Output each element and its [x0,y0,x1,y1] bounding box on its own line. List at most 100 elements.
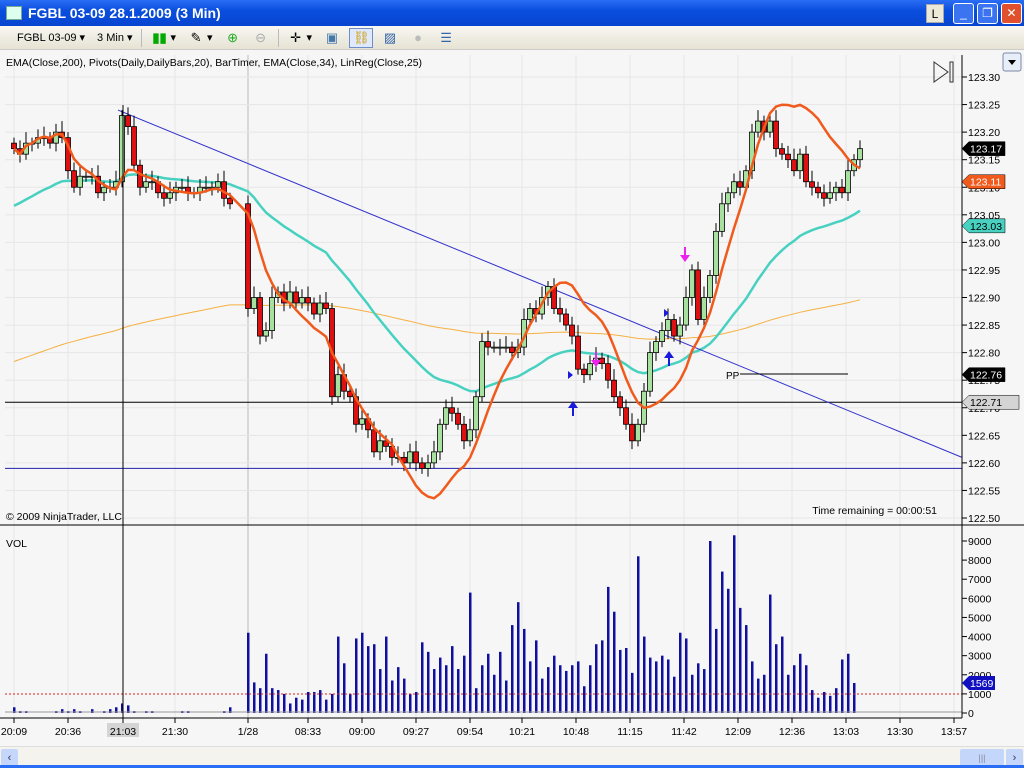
candle-down [419,462,425,469]
volume-bar [373,644,376,713]
candle-down [131,126,137,166]
strategy-icon: ● [414,29,422,45]
time-tick-label: 13:03 [833,726,859,738]
price-tick-label: 122.90 [968,293,1000,305]
minimize-button[interactable]: _ [953,3,974,24]
candle-up [269,297,275,331]
zoom-out-button[interactable]: ⊖ [250,28,272,48]
volume-bar [421,642,424,713]
volume-bar [313,691,316,713]
candle-up [713,230,719,276]
drawing-tool-button[interactable]: ✎ ▾ [185,28,216,48]
candle-up [437,423,443,453]
candle-up [83,175,89,178]
volume-bar [589,665,592,713]
interval-dropdown[interactable]: 3 Min ▾ [94,28,135,48]
volume-bar [697,663,700,713]
chart-style-button[interactable]: ▮▮ ▾ [148,28,179,48]
candle-down [773,120,779,150]
candle-down [569,324,575,337]
candle-down [257,297,263,337]
candle-up [635,423,641,442]
price-chart[interactable]: PP 123.30123.25123.20123.15123.10123.051… [0,50,1024,746]
data-box-icon: ☰ [440,29,452,45]
volume-bar [649,657,652,713]
trend-line[interactable] [117,109,963,458]
strategy-button[interactable]: ● [407,28,429,48]
price-tick-label: 122.95 [968,265,1000,277]
candle-up [665,319,671,331]
zoom-out-icon: ⊖ [255,29,266,45]
toolbar: FGBL 03-09 ▾ 3 Min ▾ ▮▮ ▾ ✎ ▾ ⊕ ⊖ ✛ ▾ ▣ ⛓ ▨ ●… [0,26,1024,50]
volume-bar [415,691,418,713]
candle-down [449,407,455,414]
price-markers: 123.17 123.11 123.03 122.76 122.71 1569 [961,141,1020,691]
time-axis[interactable]: 20:09 20:36 21:03 21:30 1/28 08:33 09:00 09:27 0… [1,718,967,738]
candle-up [407,451,413,464]
close-button[interactable]: ✕ [1001,3,1022,24]
indicator-list: EMA(Close,200), Pivots(Daily,DailyBars,2… [6,57,422,69]
volume-bar [541,678,544,713]
candle-down [323,302,329,309]
volume-bar [445,665,448,713]
zoom-in-button[interactable]: ⊕ [222,28,244,48]
volume-bar [835,688,838,713]
candle-up [425,462,431,469]
volume-bar [679,632,682,713]
title-bar: FGBL 03-09 28.1.2009 (3 Min) [0,0,1024,26]
volume-bar [433,669,436,713]
volume-bar [361,632,364,713]
volume-bar [259,688,262,713]
indicators-button[interactable]: ▨ [379,28,401,48]
candle-down [305,297,311,304]
volume-tick-label: 1000 [968,689,992,701]
chevron-down-icon: ▾ [126,32,133,44]
time-tick-label: 20:09 [1,726,27,738]
crosshair-icon: ✛ [290,29,301,45]
candle-down [737,181,743,188]
properties-button[interactable]: ▣ [321,28,343,48]
volume-bar [829,695,832,713]
candle-up [689,269,695,298]
volume-bar [499,651,502,713]
volume-bar [469,592,472,713]
candle-up [527,308,533,320]
crosshair-button[interactable]: ✛ ▾ [285,28,316,48]
link-charts-button[interactable]: ⛓ [349,27,374,48]
volume-bar [823,691,826,713]
volume-bar [739,607,742,713]
volume-bar [733,535,736,713]
volume-bar [331,693,334,713]
candle-down [815,186,821,194]
candle-up [359,418,365,425]
price-axis[interactable]: 123.30123.25123.20123.15123.10123.05123.… [962,72,1000,525]
data-box-button[interactable]: ☰ [435,28,457,48]
volume-bar [517,602,520,713]
volume-bar [529,661,532,713]
candle-up [431,451,437,464]
instrument-dropdown[interactable]: FGBL 03-09 ▾ [14,28,88,48]
volume-bar [817,697,820,713]
scroll-to-end-button[interactable] [933,61,954,83]
volume-bar [721,571,724,713]
restore-button[interactable]: ❐ [977,3,998,24]
chart-menu-button[interactable] [1002,52,1022,72]
link-button[interactable]: L [926,4,944,23]
time-tick-label: 10:21 [509,726,535,738]
candle-up [335,374,341,398]
time-tick-label: 10:48 [563,726,589,738]
ema34-marker-label: 123.03 [970,221,1002,233]
candle-up [263,330,269,337]
price-tick-label: 122.85 [968,320,1000,332]
candle-up [797,153,803,172]
volume-bar [463,655,466,713]
volume-bar [673,676,676,713]
candle-down [839,186,845,194]
candle-up [707,275,713,298]
link-icon: ⛓ [353,29,370,45]
volume-bar [577,661,580,713]
candle-down [785,153,791,161]
time-tick-label: 21:03 [110,726,136,738]
candle-up [857,148,863,161]
volume-tick-label: 8000 [968,555,992,567]
